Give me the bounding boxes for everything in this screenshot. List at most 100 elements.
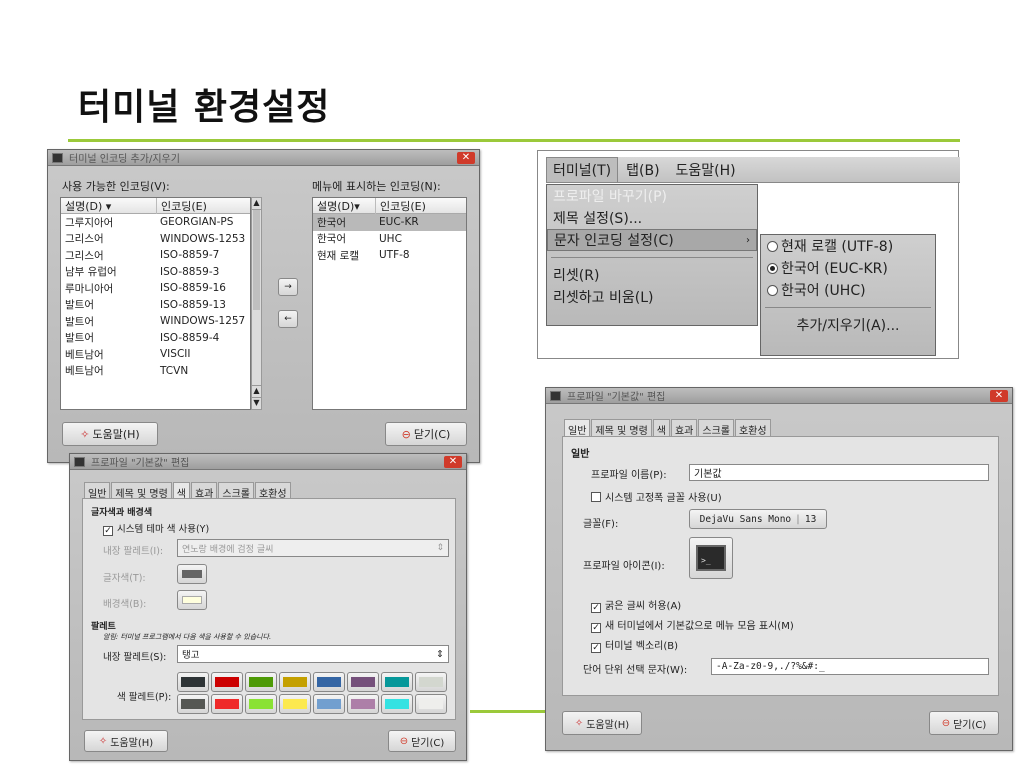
remove-encoding-button[interactable]: ← xyxy=(278,310,298,328)
system-font-checkbox[interactable]: 시스템 고정폭 글꼴 사용(U) xyxy=(591,489,722,504)
col-enc-header[interactable]: 인코딩(E) xyxy=(155,197,250,214)
help-button[interactable]: ✧ 도움말(H) xyxy=(562,711,642,735)
check-icon: ✓ xyxy=(591,623,601,633)
close-circle-icon: ⊖ xyxy=(401,427,411,441)
list-scrollbar[interactable]: ▲ ▲ ▼ xyxy=(251,197,262,410)
general-panel: 일반 프로파일 이름(P): 기본값 시스템 고정폭 글꼴 사용(U) 글꼴(F… xyxy=(562,436,999,696)
slide-title: 터미널 환경설정 xyxy=(78,87,331,128)
terminal-menu: 프로파일 바꾸기(P) 제목 설정(S)... 문자 인코딩 설정(C) › 리… xyxy=(546,184,758,326)
palette-color-swatch[interactable] xyxy=(313,694,345,714)
col-enc-header-2[interactable]: 인코딩(E) xyxy=(375,197,465,214)
list-item[interactable]: 한국어 UHC xyxy=(313,231,466,248)
help-button[interactable]: ✧ 도움말(H) xyxy=(84,730,168,752)
menu-tabs[interactable]: 탭(B) xyxy=(618,158,667,182)
menu-help[interactable]: 도움말(H) xyxy=(668,158,744,182)
palette-color-swatch[interactable] xyxy=(381,694,413,714)
list-item[interactable]: 그리스어 WINDOWS-1253 xyxy=(61,231,250,248)
allow-bold-checkbox[interactable]: ✓ 굵은 글씨 허용(A) xyxy=(591,597,681,613)
encoding-name: WINDOWS-1257 xyxy=(160,315,246,328)
terminal-icon xyxy=(74,456,85,467)
menu-item-set-title[interactable]: 제목 설정(S)... xyxy=(547,207,757,229)
close-icon[interactable]: ✕ xyxy=(990,389,1008,402)
profile-icon-button[interactable]: >_ xyxy=(689,537,733,579)
palette-color-swatch[interactable] xyxy=(347,694,379,714)
palette-color-swatch[interactable] xyxy=(313,672,345,692)
list-item[interactable]: 루마니아어 ISO-8859-16 xyxy=(61,280,250,297)
menu-item-change-profile[interactable]: 프로파일 바꾸기(P) xyxy=(547,185,757,207)
close-icon[interactable]: ✕ xyxy=(444,455,462,468)
palette-color-swatch[interactable] xyxy=(279,672,311,692)
menu-terminal[interactable]: 터미널(T) xyxy=(546,156,619,183)
palette-color-swatch[interactable] xyxy=(177,694,209,714)
close-button[interactable]: ⊖ 닫기(C) xyxy=(929,711,999,735)
close-button[interactable]: ⊖ 닫기(C) xyxy=(388,730,456,752)
bg-color-button[interactable] xyxy=(177,590,207,610)
list-item[interactable]: 발트어 ISO-8859-4 xyxy=(61,330,250,347)
list-item[interactable]: 베트남어 TCVN xyxy=(61,363,250,380)
palette-color-swatch[interactable] xyxy=(347,672,379,692)
select-arrows-icon: ⇕ xyxy=(436,543,444,553)
list-item[interactable]: 그루지아어 GEORGIAN-PS xyxy=(61,214,250,231)
terminal-bell-checkbox[interactable]: ✓ 터미널 벡소리(B) xyxy=(591,637,678,653)
submenu-item-euckr[interactable]: 한국어 (EUC-KR) xyxy=(761,257,935,279)
menu-item-encoding[interactable]: 문자 인코딩 설정(C) › xyxy=(547,229,757,251)
palette-color-swatch[interactable] xyxy=(177,672,209,692)
encoding-desc: 그리스어 xyxy=(65,233,104,246)
menu-item-reset[interactable]: 리셋(R) xyxy=(547,264,757,286)
palette-color-swatch[interactable] xyxy=(415,694,447,714)
fg-color-label: 글자색(T): xyxy=(103,573,146,584)
palette-color-swatch[interactable] xyxy=(279,694,311,714)
add-encoding-button[interactable]: → xyxy=(278,278,298,296)
close-circle-icon: ⊖ xyxy=(399,735,409,747)
profile-name-input[interactable]: 기본값 xyxy=(689,464,989,481)
list-item[interactable]: 발트어 ISO-8859-13 xyxy=(61,297,250,314)
palette-swatches xyxy=(177,672,449,716)
colors-panel: 글자색과 배경색 ✓ 시스템 테마 색 사용(Y) 내장 팔레트(I): 연노랑 … xyxy=(82,498,456,720)
palette-color-swatch[interactable] xyxy=(211,694,243,714)
palette-select[interactable]: 탱고 ⇕ xyxy=(177,645,449,663)
submenu-item-locale[interactable]: 현재 로캘 (UTF-8) xyxy=(761,235,935,257)
encoding-desc: 베트남어 xyxy=(65,365,104,378)
builtin-scheme-select[interactable]: 연노랑 배경에 검정 글씨 ⇕ xyxy=(177,539,449,557)
submenu-item-add-remove[interactable]: 추가/지우기(A)... xyxy=(761,314,935,336)
encoding-name: TCVN xyxy=(160,364,189,377)
encoding-desc: 현재 로캘 xyxy=(317,249,359,262)
available-encodings-list[interactable]: 설명(D) ▾ 인코딩(E) 그루지아어 GEORGIAN-PS 그리스어 WINDO… xyxy=(60,197,251,410)
use-theme-checkbox[interactable]: ✓ 시스템 테마 색 사용(Y) xyxy=(103,521,209,536)
encoding-name: GEORGIAN-PS xyxy=(160,216,234,229)
help-button[interactable]: ✧ 도움말(H) xyxy=(62,422,158,446)
list-item[interactable]: 베트남어 VISCII xyxy=(61,346,250,363)
col-desc-header-2[interactable]: 설명(D)▾ xyxy=(313,198,375,214)
palette-color-swatch[interactable] xyxy=(245,694,277,714)
close-button[interactable]: ⊖ 닫기(C) xyxy=(385,422,467,446)
palette-label: 내장 팔레트(S): xyxy=(103,652,167,663)
palette-color-swatch[interactable] xyxy=(381,672,413,692)
menu-encodings-list[interactable]: 설명(D)▾ 인코딩(E) 한국어 EUC-KR 한국어 UHC 현재 로캘 UTF-8 xyxy=(312,197,467,410)
encoding-desc: 한국어 xyxy=(317,216,346,229)
encoding-name: UHC xyxy=(379,232,402,245)
encoding-name: ISO-8859-3 xyxy=(160,265,220,278)
list-item[interactable]: 한국어 EUC-KR xyxy=(313,214,466,231)
encoding-name: ISO-8859-7 xyxy=(160,249,220,262)
submenu-item-uhc[interactable]: 한국어 (UHC) xyxy=(761,279,935,301)
encoding-desc: 그리스어 xyxy=(65,249,104,262)
check-icon: ✓ xyxy=(103,526,113,536)
list-item[interactable]: 그리스어 ISO-8859-7 xyxy=(61,247,250,264)
palette-color-swatch[interactable] xyxy=(211,672,243,692)
palette-color-swatch[interactable] xyxy=(415,672,447,692)
list-item[interactable]: 발트어 WINDOWS-1257 xyxy=(61,313,250,330)
word-chars-input[interactable]: -A-Za-z0-9,./?%&#:_ xyxy=(711,658,989,675)
list-item[interactable]: 현재 로캘 UTF-8 xyxy=(313,247,466,264)
show-menubar-checkbox[interactable]: ✓ 새 터미널에서 기본값으로 메뉴 모음 표시(M) xyxy=(591,617,794,633)
col-desc-header[interactable]: 설명(D) ▾ xyxy=(61,198,156,214)
palette-color-swatch[interactable] xyxy=(245,672,277,692)
palette-note: 알림: 터미널 프로그램에서 다음 색을 사용할 수 있습니다. xyxy=(103,633,272,641)
menu-item-reset-clear[interactable]: 리셋하고 비움(L) xyxy=(547,286,757,308)
fg-color-button[interactable] xyxy=(177,564,207,584)
close-icon[interactable]: ✕ xyxy=(457,151,475,164)
profile-icon-label: 프로파일 아이콘(I): xyxy=(583,561,665,572)
font-label: 글꼴(F): xyxy=(583,519,619,530)
font-button[interactable]: DejaVu Sans Mono | 13 xyxy=(689,509,827,529)
encoding-name: WINDOWS-1253 xyxy=(160,232,246,245)
list-item[interactable]: 남부 유럽어 ISO-8859-3 xyxy=(61,264,250,281)
